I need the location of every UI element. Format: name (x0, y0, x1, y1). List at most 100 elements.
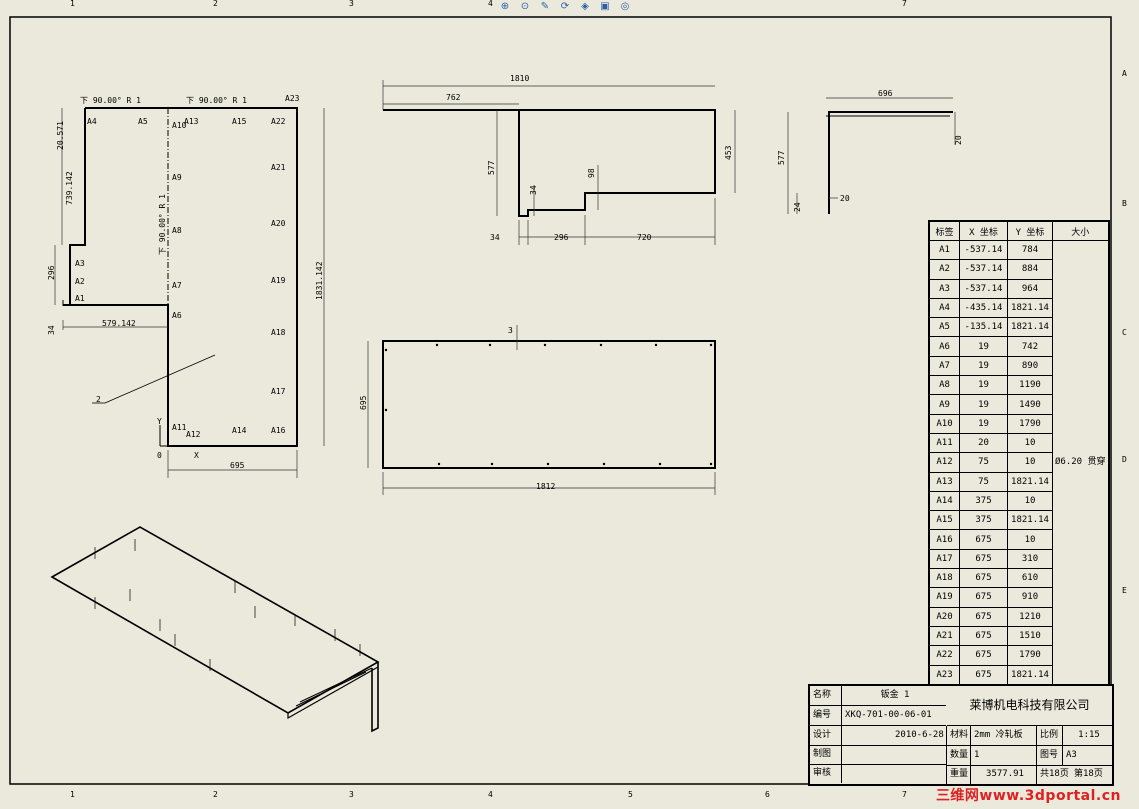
scale-label: 比例 (1037, 726, 1063, 745)
dim-label: 762 (446, 93, 461, 102)
hole-tag-cell: A14 (928, 490, 960, 512)
dim-label: 739.142 (65, 171, 74, 205)
y-coord-cell: 910 (1007, 587, 1053, 608)
border-number: 3 (349, 790, 354, 799)
isometric-view (50, 526, 380, 733)
x-coord-cell: 675 (959, 548, 1008, 570)
iso-edge (295, 671, 367, 707)
material-row: 材料 2mm 冷轧板 比例 1:15 (946, 726, 1112, 746)
table-row: A1 -537.14 784 Ø6.20 贯穿 (928, 239, 1110, 686)
site-watermark: 三维网www.3dportal.cn (935, 788, 1121, 804)
border-letter: C (1122, 328, 1127, 337)
code-label: 编号 (810, 706, 842, 725)
border-number: 4 (488, 0, 493, 8)
y-coord-cell: 784 (1007, 239, 1053, 261)
origin-zero-label: 0 (157, 451, 162, 460)
check-row: 审核 (810, 764, 946, 783)
scale-value: 1:15 (1078, 730, 1100, 740)
dim-label: 695 (230, 461, 245, 470)
border-number: 6 (765, 790, 770, 799)
title-block: 名称 钣金 1 编号 XKQ-701-00-06-01 设计 2010-6-28… (808, 684, 1114, 786)
sheet-value: A3 (1066, 750, 1077, 760)
dim-label: 296 (554, 233, 569, 242)
border-number: 1 (70, 0, 75, 8)
hole-tag-cell: A9 (928, 394, 960, 415)
iso-flange (371, 662, 379, 733)
hole-mark (435, 343, 439, 347)
dim-label: 34 (529, 185, 538, 195)
y-coord-cell: 10 (1007, 490, 1053, 512)
x-coord-cell: 75 (959, 452, 1008, 473)
border-number: 1 (70, 790, 75, 799)
y-coord-cell: 1510 (1007, 625, 1053, 647)
border-number: 4 (488, 790, 493, 799)
hole-tag-label: A23 (285, 94, 300, 103)
draw-row: 制图 (810, 745, 946, 765)
border-letter: A (1122, 69, 1127, 78)
border-number: 2 (213, 790, 218, 799)
y-coord-cell: 1190 (1007, 375, 1053, 396)
hole-tag-cell: A15 (928, 510, 960, 531)
x-coord-cell: 75 (959, 471, 1008, 492)
x-coord-cell: 675 (959, 529, 1008, 550)
x-coord-cell: -135.14 (959, 317, 1008, 338)
y-coord-cell: 10 (1007, 432, 1053, 454)
y-coord-cell: 742 (1007, 336, 1053, 357)
hole-tag-label: A7 (172, 281, 182, 290)
header-x: X 坐标 (959, 220, 1008, 241)
material-label: 材料 (947, 726, 971, 745)
y-coord-cell: 1210 (1007, 606, 1053, 627)
hole-tag-label: A12 (186, 430, 201, 439)
hole-tag-cell: A22 (928, 645, 960, 666)
hole-mark (384, 408, 388, 412)
y-coord-cell: 1821.14 (1007, 510, 1053, 531)
bend-note: 下 90.00° R 1 (158, 194, 167, 255)
qty-row: 数量 1 图号 A3 (946, 746, 1112, 766)
y-coord-cell: 1790 (1007, 645, 1053, 666)
hole-mark (437, 462, 441, 466)
bend-note: 下 90.00° R 1 (186, 96, 247, 105)
name-label: 名称 (810, 686, 842, 705)
x-coord-cell: 675 (959, 645, 1008, 666)
hole-tag-label: A21 (271, 163, 286, 172)
x-coord-cell: 20 (959, 432, 1008, 454)
hole-tag-cell: A1 (928, 239, 960, 261)
x-coord-cell: 19 (959, 336, 1008, 357)
code-value: XKQ-701-00-06-01 (845, 710, 932, 720)
company-name: 莱博机电科技有限公司 (947, 686, 1112, 726)
hole-tag-label: A20 (271, 219, 286, 228)
border-letter: E (1122, 586, 1127, 595)
bottom-border-numbers: 1 2 3 4 5 6 7 (70, 790, 907, 799)
border-number: 5 (628, 790, 633, 799)
x-coord-cell: 675 (959, 664, 1008, 686)
top-view: 1810 762 577 34 98 453 34 296 720 (382, 74, 736, 245)
front-view-holes (384, 343, 713, 466)
border-number: 7 (902, 790, 907, 799)
border-letter: D (1122, 455, 1127, 464)
hole-mark (658, 462, 662, 466)
name-row: 名称 钣金 1 (810, 686, 946, 706)
pages-total: 共18页 (1040, 769, 1069, 779)
sheet-label: 图号 (1037, 746, 1063, 765)
hole-tag-cell: A21 (928, 625, 960, 647)
hole-tag-label: A18 (271, 328, 286, 337)
hole-tag-cell: A10 (928, 413, 960, 434)
iso-top-face (50, 526, 380, 714)
y-coord-cell: 610 (1007, 568, 1053, 589)
dim-label: 1831.142 (315, 261, 324, 300)
top-view-outline (383, 109, 716, 217)
pages-current: 第18页 (1074, 769, 1103, 779)
dim-label: 3 (508, 326, 513, 335)
hole-mark (546, 462, 550, 466)
hole-mark (654, 343, 658, 347)
hole-tag-label: A22 (271, 117, 286, 126)
front-view-outline (382, 340, 716, 469)
hole-table: 标签 X 坐标 Y 坐标 大小 A1 -537.14 784 Ø6.20 贯穿 A2 -5… (928, 220, 1110, 686)
dim-label: 296 (47, 265, 56, 280)
x-coord-cell: -537.14 (959, 278, 1008, 299)
iso-edge (287, 666, 379, 720)
x-coord-cell: -537.14 (959, 259, 1008, 280)
hole-mark (709, 462, 713, 466)
dim-label: 34 (490, 233, 500, 242)
dim-label: 453 (724, 145, 733, 160)
